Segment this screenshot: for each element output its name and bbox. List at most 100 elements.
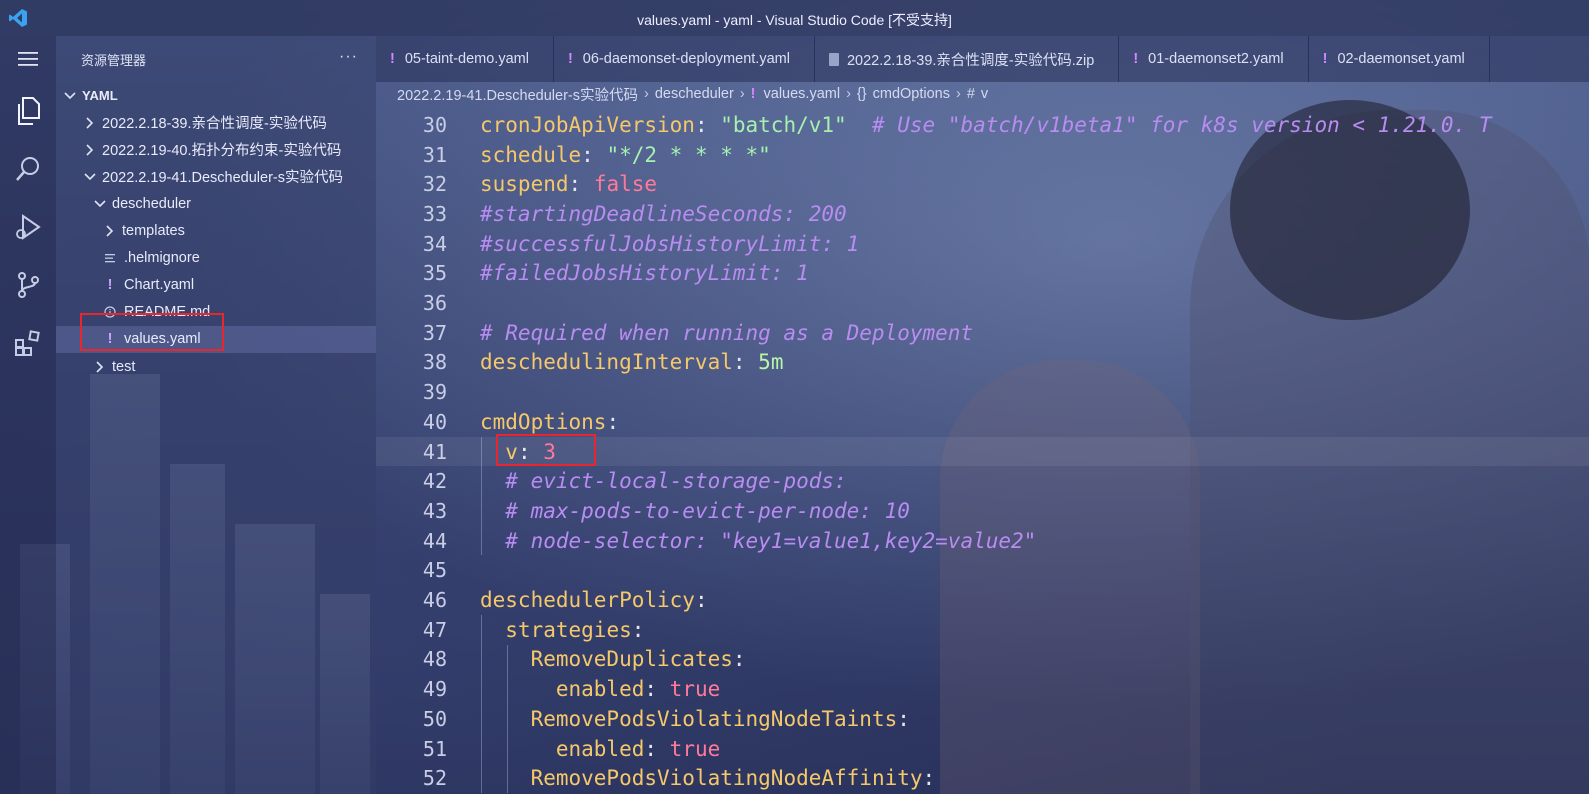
line-number: 32: [422, 172, 447, 197]
code-line[interactable]: 35 #failedJobsHistoryLimit: 1: [376, 259, 1589, 289]
source-control-icon[interactable]: [0, 256, 56, 314]
code-token: true: [669, 677, 721, 702]
yaml-file-icon: !: [1322, 51, 1328, 67]
code-token: true: [669, 736, 721, 761]
code-token: deschedulingInterval: [480, 350, 733, 375]
code-token: #startingDeadlineSeconds: 200: [480, 201, 847, 226]
tree-folder[interactable]: 2022.2.19-41.Descheduler-s实验代码: [56, 163, 376, 190]
tree-item-label: .helmignore: [124, 250, 200, 267]
line-number: 38: [422, 350, 447, 375]
yaml-file-icon: !: [107, 277, 113, 294]
code-line[interactable]: 42 # evict-local-storage-pods:: [376, 466, 1589, 496]
code-line[interactable]: 34 #successfulJobsHistoryLimit: 1: [376, 229, 1589, 259]
code-text: #failedJobsHistoryLimit: 1: [480, 261, 809, 285]
extensions-icon[interactable]: [0, 314, 56, 372]
tree-file[interactable]: .helmignore: [56, 245, 376, 272]
tab-label: 02-daemonset.yaml: [1337, 51, 1465, 67]
tree-folder[interactable]: 2022.2.19-40.拓扑分布约束-实验代码: [56, 136, 376, 163]
editor-tab[interactable]: ! 05-taint-demo.yaml: [376, 36, 554, 82]
code-token: 5m: [758, 350, 784, 375]
code-line[interactable]: 50 RemovePodsViolatingNodeTaints:: [376, 704, 1589, 734]
code-token: deschedulerPolicy: [480, 588, 695, 613]
code-text: deschedulingInterval: 5m: [480, 350, 783, 374]
tree-item-label: 2022.2.18-39.亲合性调度-实验代码: [102, 116, 327, 133]
tree-folder[interactable]: templates: [56, 218, 376, 245]
code-token: :: [568, 172, 594, 197]
code-line[interactable]: 52 RemovePodsViolatingNodeAffinity:: [376, 763, 1589, 793]
chevron-down-icon: [92, 200, 108, 208]
code-line[interactable]: 37 # Required when running as a Deploymen…: [376, 318, 1589, 348]
code-token: # evict-local-storage-pods:: [505, 469, 847, 494]
tree-folder[interactable]: test: [56, 353, 376, 380]
code-line[interactable]: 49 enabled: true: [376, 674, 1589, 704]
tree-item-label: descheduler: [112, 195, 191, 212]
tree-folder[interactable]: descheduler: [56, 190, 376, 217]
code-line[interactable]: 45: [376, 556, 1589, 586]
code-text: cmdOptions:: [480, 410, 619, 434]
search-icon[interactable]: [0, 140, 56, 198]
editor-tab[interactable]: ! 06-daemonset-deployment.yaml: [554, 36, 815, 82]
lines-file-icon: [102, 253, 118, 264]
chevron-down-icon: [82, 173, 98, 181]
chevron-down-icon: [62, 91, 78, 100]
breadcrumb-key[interactable]: v: [981, 86, 988, 102]
menu-icon[interactable]: [0, 36, 56, 82]
chevron-right-icon: ›: [846, 86, 851, 102]
line-number: 31: [422, 142, 447, 167]
code-line[interactable]: 32 suspend: false: [376, 169, 1589, 199]
code-editor[interactable]: 30 cronJobApiVersion: "batch/v1" # Use "b…: [376, 106, 1589, 794]
code-line[interactable]: 38 deschedulingInterval: 5m: [376, 348, 1589, 378]
tree-item-label: YAML: [82, 88, 118, 103]
editor-tab[interactable]: ! 02-daemonset.yaml: [1309, 36, 1490, 82]
code-text: RemoveDuplicates:: [480, 647, 746, 671]
code-token: # node-selector: "key1=value1,key2=value…: [505, 528, 1037, 553]
tree-folder[interactable]: 2022.2.18-39.亲合性调度-实验代码: [56, 109, 376, 136]
code-line[interactable]: 33 #startingDeadlineSeconds: 200: [376, 199, 1589, 229]
code-line[interactable]: 31 schedule: "*/2 * * * *": [376, 140, 1589, 170]
code-token: :: [644, 736, 670, 761]
code-token: "*/2 * * * *": [606, 142, 771, 167]
tree-root[interactable]: YAML: [56, 82, 376, 109]
breadcrumb-object[interactable]: cmdOptions: [873, 86, 950, 102]
code-token: :: [732, 647, 746, 672]
tree-file[interactable]: ! Chart.yaml: [56, 272, 376, 299]
code-text: enabled: true: [480, 737, 720, 761]
code-line[interactable]: 40 cmdOptions:: [376, 407, 1589, 437]
editor-tab[interactable]: ! 01-daemonset2.yaml: [1119, 36, 1309, 82]
zip-file-icon: [828, 52, 839, 66]
code-token: :: [897, 706, 910, 731]
code-line[interactable]: 47 strategies:: [376, 615, 1589, 645]
breadcrumb-folder[interactable]: 2022.2.19-41.Descheduler-s实验代码: [397, 84, 638, 105]
code-line[interactable]: 36: [376, 288, 1589, 318]
chevron-right-icon: [82, 144, 98, 156]
code-line[interactable]: 39: [376, 377, 1589, 407]
code-token: :: [581, 142, 607, 167]
explorer-icon[interactable]: [0, 82, 56, 140]
code-text: RemovePodsViolatingNodeTaints:: [480, 707, 910, 731]
code-token: #successfulJobsHistoryLimit: 1: [480, 231, 860, 256]
code-line[interactable]: 43 # max-pods-to-evict-per-node: 10: [376, 496, 1589, 526]
code-text: # max-pods-to-evict-per-node: 10: [480, 499, 910, 523]
code-token: RemoveDuplicates: [530, 647, 733, 672]
code-text: RemovePodsViolatingNodeAffinity:: [480, 766, 936, 790]
line-number: 52: [422, 766, 447, 791]
code-line[interactable]: 46 deschedulerPolicy:: [376, 585, 1589, 615]
line-number: 46: [422, 588, 447, 613]
run-debug-icon[interactable]: [0, 198, 56, 256]
breadcrumb-subfolder[interactable]: descheduler: [655, 86, 734, 102]
code-line[interactable]: 44 # node-selector: "key1=value1,key2=va…: [376, 526, 1589, 556]
code-line[interactable]: 48 RemoveDuplicates:: [376, 645, 1589, 675]
code-line[interactable]: 30 cronJobApiVersion: "batch/v1" # Use "b…: [376, 110, 1589, 140]
line-number: 47: [422, 617, 447, 642]
yaml-file-icon: !: [390, 51, 395, 67]
breadcrumb-file[interactable]: values.yaml: [764, 86, 841, 102]
window-title: values.yaml - yaml - Visual Studio Code …: [637, 12, 952, 28]
more-actions-button[interactable]: ···: [339, 48, 358, 66]
editor-tab[interactable]: 2022.2.18-39.亲合性调度-实验代码.zip: [815, 36, 1120, 82]
code-text: # evict-local-storage-pods:: [480, 469, 847, 494]
chevron-right-icon: [102, 225, 118, 237]
code-line[interactable]: 51 enabled: true: [376, 734, 1589, 764]
